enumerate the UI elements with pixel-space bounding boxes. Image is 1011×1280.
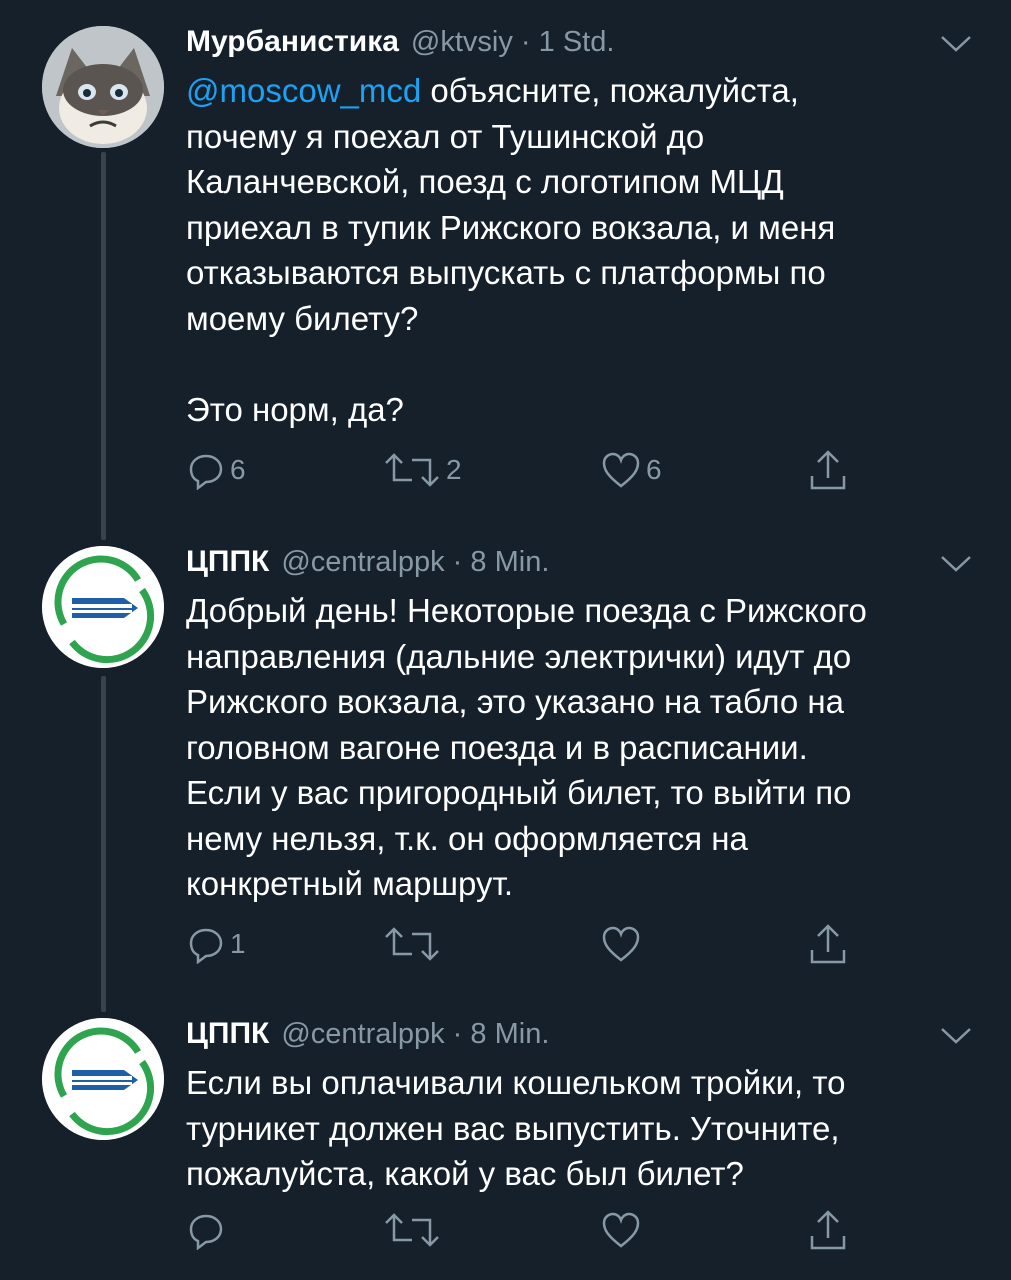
tweet-actions: 6 2 6 [186, 448, 866, 492]
tweet-time[interactable]: 8 Min. [470, 546, 549, 578]
heart-icon [602, 1212, 640, 1248]
retweet-icon [385, 1213, 439, 1247]
retweet-button[interactable] [382, 1208, 442, 1252]
tweet-actions [186, 1208, 866, 1252]
share-button[interactable] [808, 1208, 848, 1252]
chevron-down-icon[interactable] [939, 34, 973, 54]
like-button[interactable] [600, 1208, 642, 1252]
reply-button[interactable]: 6 [186, 448, 246, 492]
like-button[interactable]: 6 [600, 448, 662, 492]
chevron-down-icon[interactable] [939, 1026, 973, 1046]
chevron-down-icon[interactable] [939, 554, 973, 574]
tweet-text: Добрый день! Некоторые поезда с Рижского… [186, 592, 867, 902]
retweet-icon [385, 927, 439, 961]
tweet-text: Если вы оплачивали кошельком тройки, то … [186, 1064, 846, 1192]
share-icon [810, 450, 846, 490]
share-button[interactable] [808, 922, 848, 966]
reply-icon [189, 454, 223, 490]
avatar-cat[interactable] [42, 26, 164, 148]
author-name[interactable]: ЦППК [186, 545, 269, 578]
author-name[interactable]: ЦППК [186, 1017, 269, 1050]
share-icon [810, 924, 846, 964]
tweet-actions: 1 [186, 922, 866, 966]
like-button[interactable] [600, 922, 642, 966]
reply-button[interactable]: 1 [186, 922, 246, 966]
thread-line [101, 152, 106, 540]
heart-icon [602, 926, 640, 962]
tweet-header: ЦППК @centralppk · 8 Min. [186, 1017, 550, 1050]
mention-link[interactable]: @moscow_mcd [186, 72, 421, 109]
author-handle[interactable]: @centralppk [281, 1018, 444, 1050]
reply-icon [189, 1214, 223, 1250]
tweet-header: Мурбанистика @ktvsiy · 1 Std. [186, 25, 615, 58]
retweet-button[interactable]: 2 [382, 448, 462, 492]
author-name[interactable]: Мурбанистика [186, 25, 399, 58]
tweet-text: @moscow_mcd объясните, пожалуйста, почем… [186, 72, 836, 428]
retweet-count: 2 [446, 454, 462, 485]
like-count: 6 [646, 454, 662, 485]
reply-count: 1 [230, 928, 246, 959]
author-handle[interactable]: @centralppk [281, 546, 444, 578]
avatar-cppk-logo[interactable] [42, 546, 164, 668]
tweet-header: ЦППК @centralppk · 8 Min. [186, 545, 550, 578]
share-button[interactable] [808, 448, 848, 492]
heart-icon [602, 452, 640, 488]
retweet-icon [385, 453, 439, 487]
tweet-time[interactable]: 1 Std. [539, 26, 615, 58]
reply-count: 6 [230, 454, 246, 485]
author-handle[interactable]: @ktvsiy [411, 26, 513, 58]
thread-line [101, 676, 106, 1012]
reply-icon [189, 928, 223, 964]
tweet-time[interactable]: 8 Min. [470, 1018, 549, 1050]
reply-button[interactable] [186, 1208, 226, 1252]
avatar-cppk-logo[interactable] [42, 1018, 164, 1140]
retweet-button[interactable] [382, 922, 442, 966]
share-icon [810, 1210, 846, 1250]
